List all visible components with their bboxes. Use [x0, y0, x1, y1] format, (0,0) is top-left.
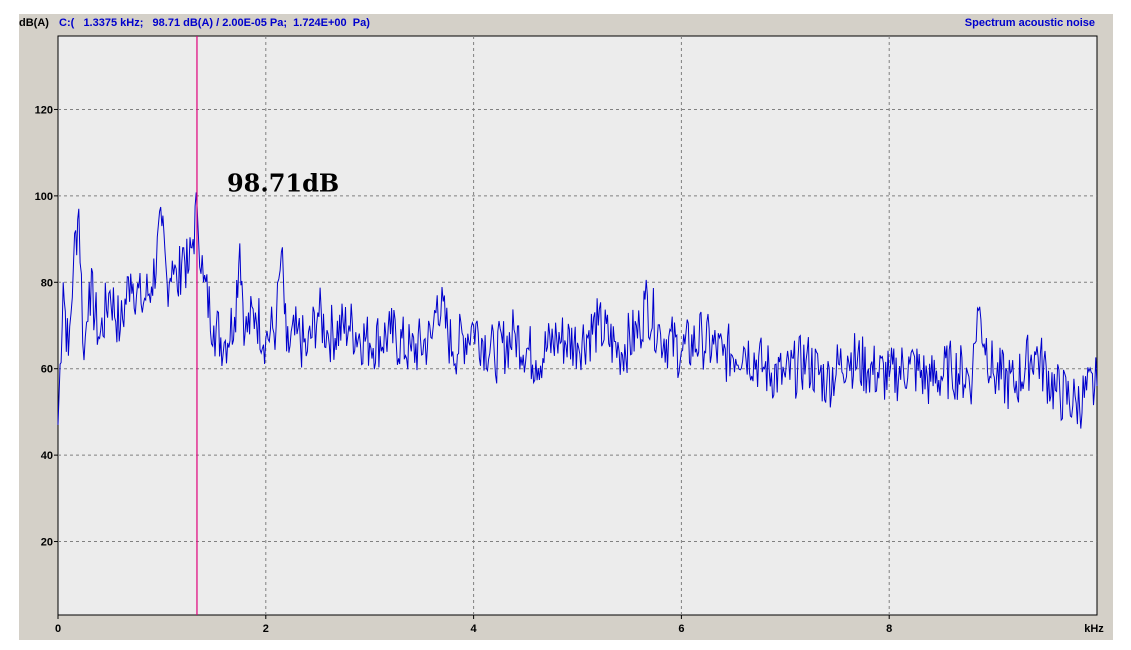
x-tick-label: 6 [678, 623, 684, 635]
chart-window: dB(A) C:( 1.3375 kHz; 98.71 dB(A) / 2.00… [19, 14, 1113, 640]
x-tick-label: 8 [886, 623, 892, 635]
y-tick-label: 40 [41, 450, 53, 462]
x-tick-label: 4 [471, 623, 478, 635]
x-tick-label: 2 [263, 623, 269, 635]
y-tick-label: 120 [35, 104, 53, 116]
cursor-value-annotation: 98.71dB [227, 169, 339, 198]
y-tick-label: 60 [41, 364, 53, 376]
y-tick-label: 20 [41, 537, 53, 549]
spectrum-plot[interactable]: 20 40 60 80 100 120 0 2 4 6 8 kHz 98.71dB [19, 14, 1113, 640]
y-tick-label: 100 [35, 191, 53, 203]
y-tick-label: 80 [41, 277, 53, 289]
x-axis-unit-label: kHz [1084, 623, 1104, 635]
x-tick-label: 0 [55, 623, 61, 635]
